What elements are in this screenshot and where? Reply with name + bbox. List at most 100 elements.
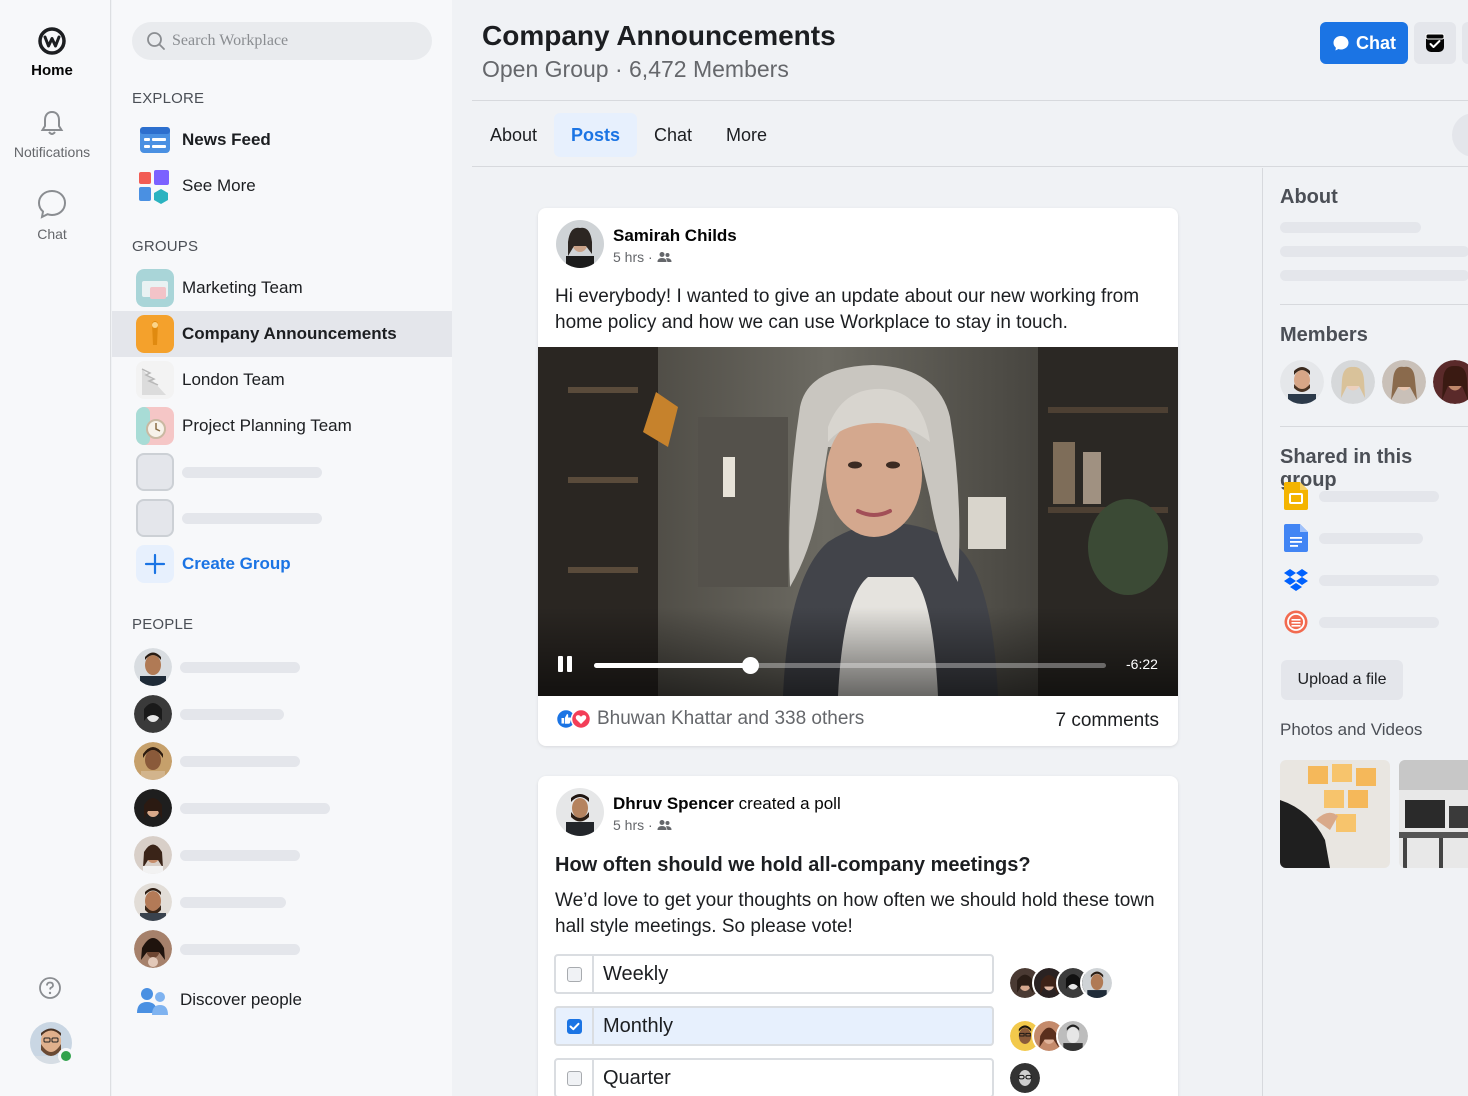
poll-voters[interactable] xyxy=(1008,1061,1042,1095)
group-marketing-team[interactable]: Marketing Team xyxy=(112,265,452,311)
group-project-planning-team[interactable]: Project Planning Team xyxy=(112,403,452,449)
loading-placeholder xyxy=(1319,617,1439,628)
loading-placeholder xyxy=(1280,270,1468,281)
video-progress-bar[interactable] xyxy=(594,657,1106,674)
person-row[interactable] xyxy=(134,883,286,921)
loading-placeholder xyxy=(1280,246,1468,257)
group-chat-button[interactable]: Chat xyxy=(1320,22,1408,64)
groups-heading: GROUPS xyxy=(132,238,199,255)
post-author[interactable]: Samirah Childs xyxy=(613,226,737,246)
post-meta: 5 hrs · xyxy=(613,249,672,265)
members-heading: Members xyxy=(1280,324,1368,346)
loading-placeholder xyxy=(180,849,300,861)
post-author[interactable]: Dhruv Spencer created a poll xyxy=(613,794,841,814)
person-row[interactable] xyxy=(134,695,284,733)
left-rail: Home Notifications Chat xyxy=(0,0,111,1096)
poll-option-checkbox[interactable] xyxy=(566,966,582,982)
post-time[interactable]: 5 hrs · xyxy=(613,249,653,265)
group-placeholder xyxy=(112,495,452,541)
poll-voters[interactable] xyxy=(1008,966,1114,1000)
google-docs-icon[interactable] xyxy=(1284,524,1308,552)
group-label: London Team xyxy=(182,370,285,389)
person-row[interactable] xyxy=(134,930,300,968)
person-row[interactable] xyxy=(134,648,300,686)
rail-notifications[interactable]: Notifications xyxy=(0,108,104,160)
group-label: Marketing Team xyxy=(182,278,303,297)
poll-option-checkbox[interactable] xyxy=(566,1070,582,1086)
member-avatar[interactable] xyxy=(1331,360,1375,404)
poll-option[interactable]: Weekly xyxy=(554,954,994,994)
tab-posts[interactable]: Posts xyxy=(554,113,638,157)
people-heading: PEOPLE xyxy=(132,616,194,633)
poll-option[interactable]: Quarter xyxy=(554,1058,994,1096)
help-icon[interactable] xyxy=(38,976,62,1000)
voter-avatar xyxy=(1080,966,1114,1000)
author-name[interactable]: Samirah Childs xyxy=(613,226,737,245)
shared-heading: Shared in this group xyxy=(1280,446,1413,491)
member-avatar[interactable] xyxy=(1382,360,1426,404)
rail-chat[interactable]: Chat xyxy=(0,188,104,242)
group-company-announcements[interactable]: Company Announcements xyxy=(112,311,452,357)
comments-count[interactable]: 7 comments xyxy=(1056,710,1159,732)
reactions-summary[interactable]: Bhuwan Khattar and 338 others xyxy=(555,708,864,730)
google-slides-icon[interactable] xyxy=(1284,482,1308,510)
video-frame xyxy=(538,347,1178,696)
poll-option-checkbox[interactable] xyxy=(566,1018,582,1034)
post-body: Hi everybody! I wanted to give an update… xyxy=(555,286,1140,333)
pause-icon[interactable] xyxy=(556,655,574,673)
loading-placeholder xyxy=(180,896,286,908)
tab-more[interactable]: More xyxy=(709,113,784,157)
group-tabs: About Posts Chat More xyxy=(472,100,1468,167)
left-nav: EXPLORE News Feed See More GROUPS Market… xyxy=(112,0,452,1096)
author-name[interactable]: Dhruv Spencer xyxy=(613,794,734,813)
group-photo xyxy=(136,315,174,353)
author-avatar[interactable] xyxy=(556,220,604,268)
discover-people-label: Discover people xyxy=(180,990,302,1009)
more-actions-button[interactable] xyxy=(1462,22,1468,64)
group-placeholder-icon xyxy=(136,453,174,491)
rail-notifications-label: Notifications xyxy=(13,144,91,160)
search-input[interactable] xyxy=(172,32,412,50)
explore-see-more[interactable]: See More xyxy=(112,163,452,209)
person-avatar xyxy=(134,930,172,968)
poll-option[interactable]: Monthly xyxy=(554,1006,994,1046)
photo-thumbnail[interactable] xyxy=(1399,760,1468,868)
rail-home[interactable]: Home xyxy=(0,26,104,79)
poll-voters[interactable] xyxy=(1008,1019,1090,1053)
upload-file-button[interactable]: Upload a file xyxy=(1281,660,1403,700)
explore-item-label: News Feed xyxy=(182,130,271,149)
person-row[interactable] xyxy=(134,836,300,874)
chat-button-label: Chat xyxy=(1356,32,1396,53)
create-group-button[interactable]: Create Group xyxy=(112,541,452,587)
person-avatar xyxy=(134,789,172,827)
loading-placeholder xyxy=(182,466,322,478)
explore-news-feed[interactable]: News Feed xyxy=(112,117,452,163)
member-avatar[interactable] xyxy=(1433,360,1468,404)
photo-thumbnail[interactable] xyxy=(1280,760,1390,868)
checkbox-action-icon[interactable] xyxy=(1414,22,1456,64)
people-icon xyxy=(137,988,168,1015)
photos-videos-heading: Photos and Videos xyxy=(1280,720,1423,739)
voter-avatar xyxy=(1008,1061,1042,1095)
discover-people-link[interactable]: Discover people xyxy=(134,981,302,1019)
voter-avatar xyxy=(1056,1019,1090,1053)
search-box[interactable] xyxy=(132,22,432,60)
person-row[interactable] xyxy=(134,789,330,827)
dropbox-icon[interactable] xyxy=(1284,566,1308,594)
group-london-team[interactable]: London Team xyxy=(112,357,452,403)
tab-bar-action-button[interactable] xyxy=(1452,113,1468,157)
group-placeholder-icon xyxy=(136,499,174,537)
video-player[interactable]: -6:22 xyxy=(538,347,1178,696)
poll-option-checkbox-cell xyxy=(556,956,594,992)
rail-chat-label: Chat xyxy=(37,226,67,242)
loading-placeholder xyxy=(1319,491,1439,502)
plus-icon xyxy=(136,545,174,583)
member-avatar[interactable] xyxy=(1280,360,1324,404)
section-divider xyxy=(1280,426,1468,427)
quip-icon[interactable] xyxy=(1284,608,1308,636)
tab-about[interactable]: About xyxy=(473,113,554,157)
person-row[interactable] xyxy=(134,742,300,780)
tab-chat[interactable]: Chat xyxy=(637,113,709,157)
author-avatar[interactable] xyxy=(556,788,604,836)
post-time[interactable]: 5 hrs · xyxy=(613,817,653,833)
